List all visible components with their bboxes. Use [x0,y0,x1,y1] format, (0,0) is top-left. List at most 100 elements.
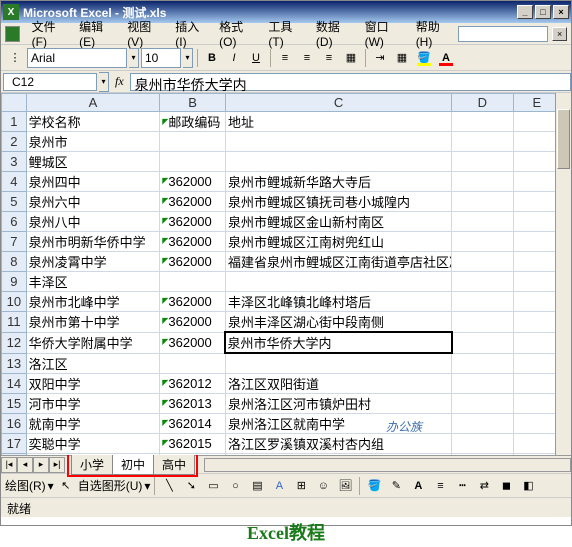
namebox-dropdown-icon[interactable]: ▾ [99,72,109,92]
row-header[interactable]: 14 [2,373,27,393]
cell[interactable] [513,393,560,413]
oval-icon[interactable]: ○ [225,476,245,496]
row-header[interactable]: 13 [2,353,27,373]
cell[interactable] [452,433,514,453]
menu-format[interactable]: 格式(O) [213,16,262,51]
cell[interactable]: ◤362815 [160,453,226,455]
cell[interactable]: 泉州六中 [26,192,160,212]
textbox-icon[interactable]: ▤ [247,476,267,496]
size-dropdown-icon[interactable]: ▾ [183,48,193,68]
cell[interactable] [513,272,560,292]
cell[interactable] [452,172,514,192]
row-header[interactable]: 3 [2,152,27,172]
italic-button[interactable]: I [224,48,244,68]
cell[interactable] [513,353,560,373]
tab-nav-first[interactable]: |◂ [1,457,17,473]
cell[interactable]: ◤362013 [160,393,226,413]
cell[interactable]: 鲤城区 [26,152,160,172]
picture-icon[interactable]: 🖼 [335,476,355,496]
cell[interactable] [452,212,514,232]
cell[interactable]: 泉州八中 [26,212,160,232]
cell[interactable] [452,192,514,212]
cell[interactable] [452,272,514,292]
formula-bar[interactable]: 泉州市华侨大学内 [130,73,571,91]
cell[interactable]: 洛江区双阳街道 [225,373,451,393]
row-header[interactable]: 1 [2,112,27,132]
cell[interactable]: 泉州市北峰中学 [26,292,160,312]
menu-view[interactable]: 视图(V) [121,16,169,51]
cell[interactable] [452,393,514,413]
doc-close-button[interactable]: × [552,27,567,41]
minimize-button[interactable]: _ [517,5,533,19]
cell[interactable] [513,152,560,172]
sheet-tab-3[interactable]: 高中 [153,455,195,475]
cell[interactable]: 洛江区罗溪镇双溪村杏内组 [225,433,451,453]
col-header[interactable]: B [160,94,226,112]
cell[interactable] [452,112,514,132]
rect-icon[interactable]: ▭ [203,476,223,496]
cell[interactable] [513,132,560,152]
help-search-input[interactable] [458,26,548,42]
cell[interactable] [452,232,514,252]
cell[interactable]: 泉州市鲤城区镇抚司巷小城隍内 [225,192,451,212]
row-header[interactable]: 2 [2,132,27,152]
col-header[interactable] [2,94,27,112]
cell[interactable] [513,232,560,252]
row-header[interactable]: 16 [2,413,27,433]
align-left-button[interactable]: ≡ [275,48,295,68]
cell[interactable]: 泉州丰泽区湖心街中段南侧 [225,312,451,333]
font-dropdown-icon[interactable]: ▾ [129,48,139,68]
cell[interactable]: ◤362000 [160,332,226,353]
cell[interactable]: 双阳中学 [26,373,160,393]
menu-tools[interactable]: 工具(T) [262,16,309,51]
cell[interactable] [452,312,514,333]
cell[interactable]: 泉州市洛江区虹山乡 [225,453,451,455]
cell[interactable]: 地址 [225,112,451,132]
fill-color-button[interactable]: 🪣 [414,48,434,68]
select-arrow-icon[interactable]: ↖ [56,476,76,496]
menu-insert[interactable]: 插入(I) [169,16,213,51]
fill-button[interactable]: 🪣 [364,476,384,496]
cell[interactable] [513,212,560,232]
align-center-button[interactable]: ≡ [297,48,317,68]
cell[interactable]: 泉州四中 [26,172,160,192]
row-header[interactable]: 18 [2,453,27,455]
indent-button[interactable]: ⇥ [370,48,390,68]
row-header[interactable]: 15 [2,393,27,413]
underline-button[interactable]: U [246,48,266,68]
col-header[interactable]: E [513,94,560,112]
cell[interactable]: ◤362014 [160,413,226,433]
cell[interactable] [513,172,560,192]
cell[interactable] [225,132,451,152]
col-header[interactable]: C [225,94,451,112]
font-size-select[interactable] [141,48,181,68]
cell[interactable] [513,192,560,212]
cell[interactable]: ◤邮政编码 [160,112,226,132]
menu-data[interactable]: 数据(D) [310,16,359,51]
sheet-tab-2[interactable]: 初中 [112,455,154,475]
cell[interactable]: 泉州市鲤城区江南树兜红山 [225,232,451,252]
dash-style-button[interactable]: ┅ [452,476,472,496]
cell[interactable]: ◤362000 [160,232,226,252]
diagram-icon[interactable]: ⊞ [291,476,311,496]
cell[interactable]: 泉州洛江区就南中学 [225,413,451,433]
cell[interactable]: 洛江区 [26,353,160,373]
cell[interactable]: ◤362000 [160,312,226,333]
clipart-icon[interactable]: ☺ [313,476,333,496]
3d-button[interactable]: ◧ [518,476,538,496]
cell[interactable]: 福建省泉州市鲤城区江南街道亭店社区凌霄路321号 [225,252,451,272]
horizontal-scrollbar[interactable] [204,458,571,472]
row-header[interactable]: 10 [2,292,27,312]
cell[interactable] [513,413,560,433]
cell[interactable]: 华侨大学附属中学 [26,332,160,353]
name-box[interactable] [3,73,97,91]
cell[interactable] [452,332,514,353]
menu-file[interactable]: 文件(F) [26,16,73,51]
cell[interactable]: ◤362000 [160,192,226,212]
cell[interactable] [160,353,226,373]
cell[interactable] [513,292,560,312]
font-color-2-button[interactable]: A [408,476,428,496]
cell[interactable] [452,132,514,152]
cell[interactable] [452,453,514,455]
cell[interactable]: ◤362000 [160,172,226,192]
